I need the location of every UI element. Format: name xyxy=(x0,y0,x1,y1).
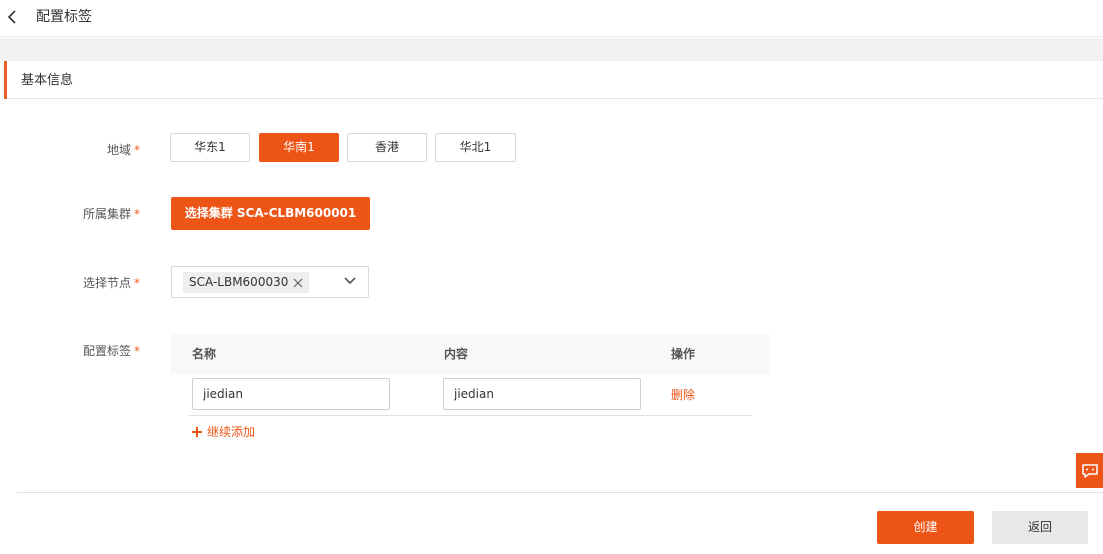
selected-node-text: SCA-LBM600030 xyxy=(189,275,289,289)
select-cluster-button[interactable]: 选择集群 SCA-CLBM600001 xyxy=(171,197,370,230)
header-gap xyxy=(0,38,1103,61)
top-bar: 配置标签 xyxy=(0,0,1103,37)
tags-label: 配置标签 * xyxy=(0,343,140,359)
required-mark: * xyxy=(134,344,140,358)
add-tag-label: 继续添加 xyxy=(207,425,256,439)
section-title: 基本信息 xyxy=(21,73,74,88)
required-mark: * xyxy=(134,143,140,157)
tags-table-header: 名称 内容 操作 xyxy=(171,334,770,374)
create-button[interactable]: 创建 xyxy=(877,511,974,544)
form-card: 基本信息 地域 * 华东1 华南1 香港 华北1 所属集群 * 选择集群 SCA-C… xyxy=(4,61,1103,554)
tags-label-text: 配置标签 xyxy=(82,344,131,358)
region-label: 地域 * xyxy=(0,142,140,158)
required-mark: * xyxy=(134,207,140,221)
column-name-header: 名称 xyxy=(192,347,217,361)
cluster-label: 所属集群 * xyxy=(0,206,140,222)
region-option-huabei1[interactable]: 华北1 xyxy=(435,133,516,162)
region-option-huanan1[interactable]: 华南1 xyxy=(259,133,339,162)
node-select[interactable]: SCA-LBM600030 xyxy=(171,266,369,298)
section-accent-bar xyxy=(4,61,7,99)
table-row-divider xyxy=(189,415,752,416)
selected-node-tag: SCA-LBM600030 xyxy=(183,272,310,293)
chevron-left-icon[interactable] xyxy=(6,10,18,24)
plus-icon xyxy=(192,427,202,437)
add-tag-link[interactable]: 继续添加 xyxy=(192,424,255,440)
region-label-text: 地域 xyxy=(106,143,131,157)
node-label: 选择节点 * xyxy=(0,275,140,291)
region-option-huadong1[interactable]: 华东1 xyxy=(170,133,250,162)
return-button[interactable]: 返回 xyxy=(992,511,1088,544)
chat-icon xyxy=(1081,463,1098,478)
cluster-label-text: 所属集群 xyxy=(82,207,131,221)
tag-name-input[interactable] xyxy=(192,378,390,410)
chevron-down-icon[interactable] xyxy=(344,277,356,285)
footer-divider xyxy=(17,492,1103,493)
column-action-header: 操作 xyxy=(671,347,696,361)
page-title: 配置标签 xyxy=(36,9,92,25)
required-mark: * xyxy=(134,276,140,290)
close-icon[interactable] xyxy=(293,278,303,288)
node-label-text: 选择节点 xyxy=(82,276,131,290)
tag-content-input[interactable] xyxy=(443,378,641,410)
column-content-header: 内容 xyxy=(444,347,469,361)
delete-tag-link[interactable]: 删除 xyxy=(671,387,695,403)
section-header: 基本信息 xyxy=(4,61,1103,99)
region-option-hongkong[interactable]: 香港 xyxy=(347,133,427,162)
chat-float-button[interactable] xyxy=(1076,453,1103,488)
